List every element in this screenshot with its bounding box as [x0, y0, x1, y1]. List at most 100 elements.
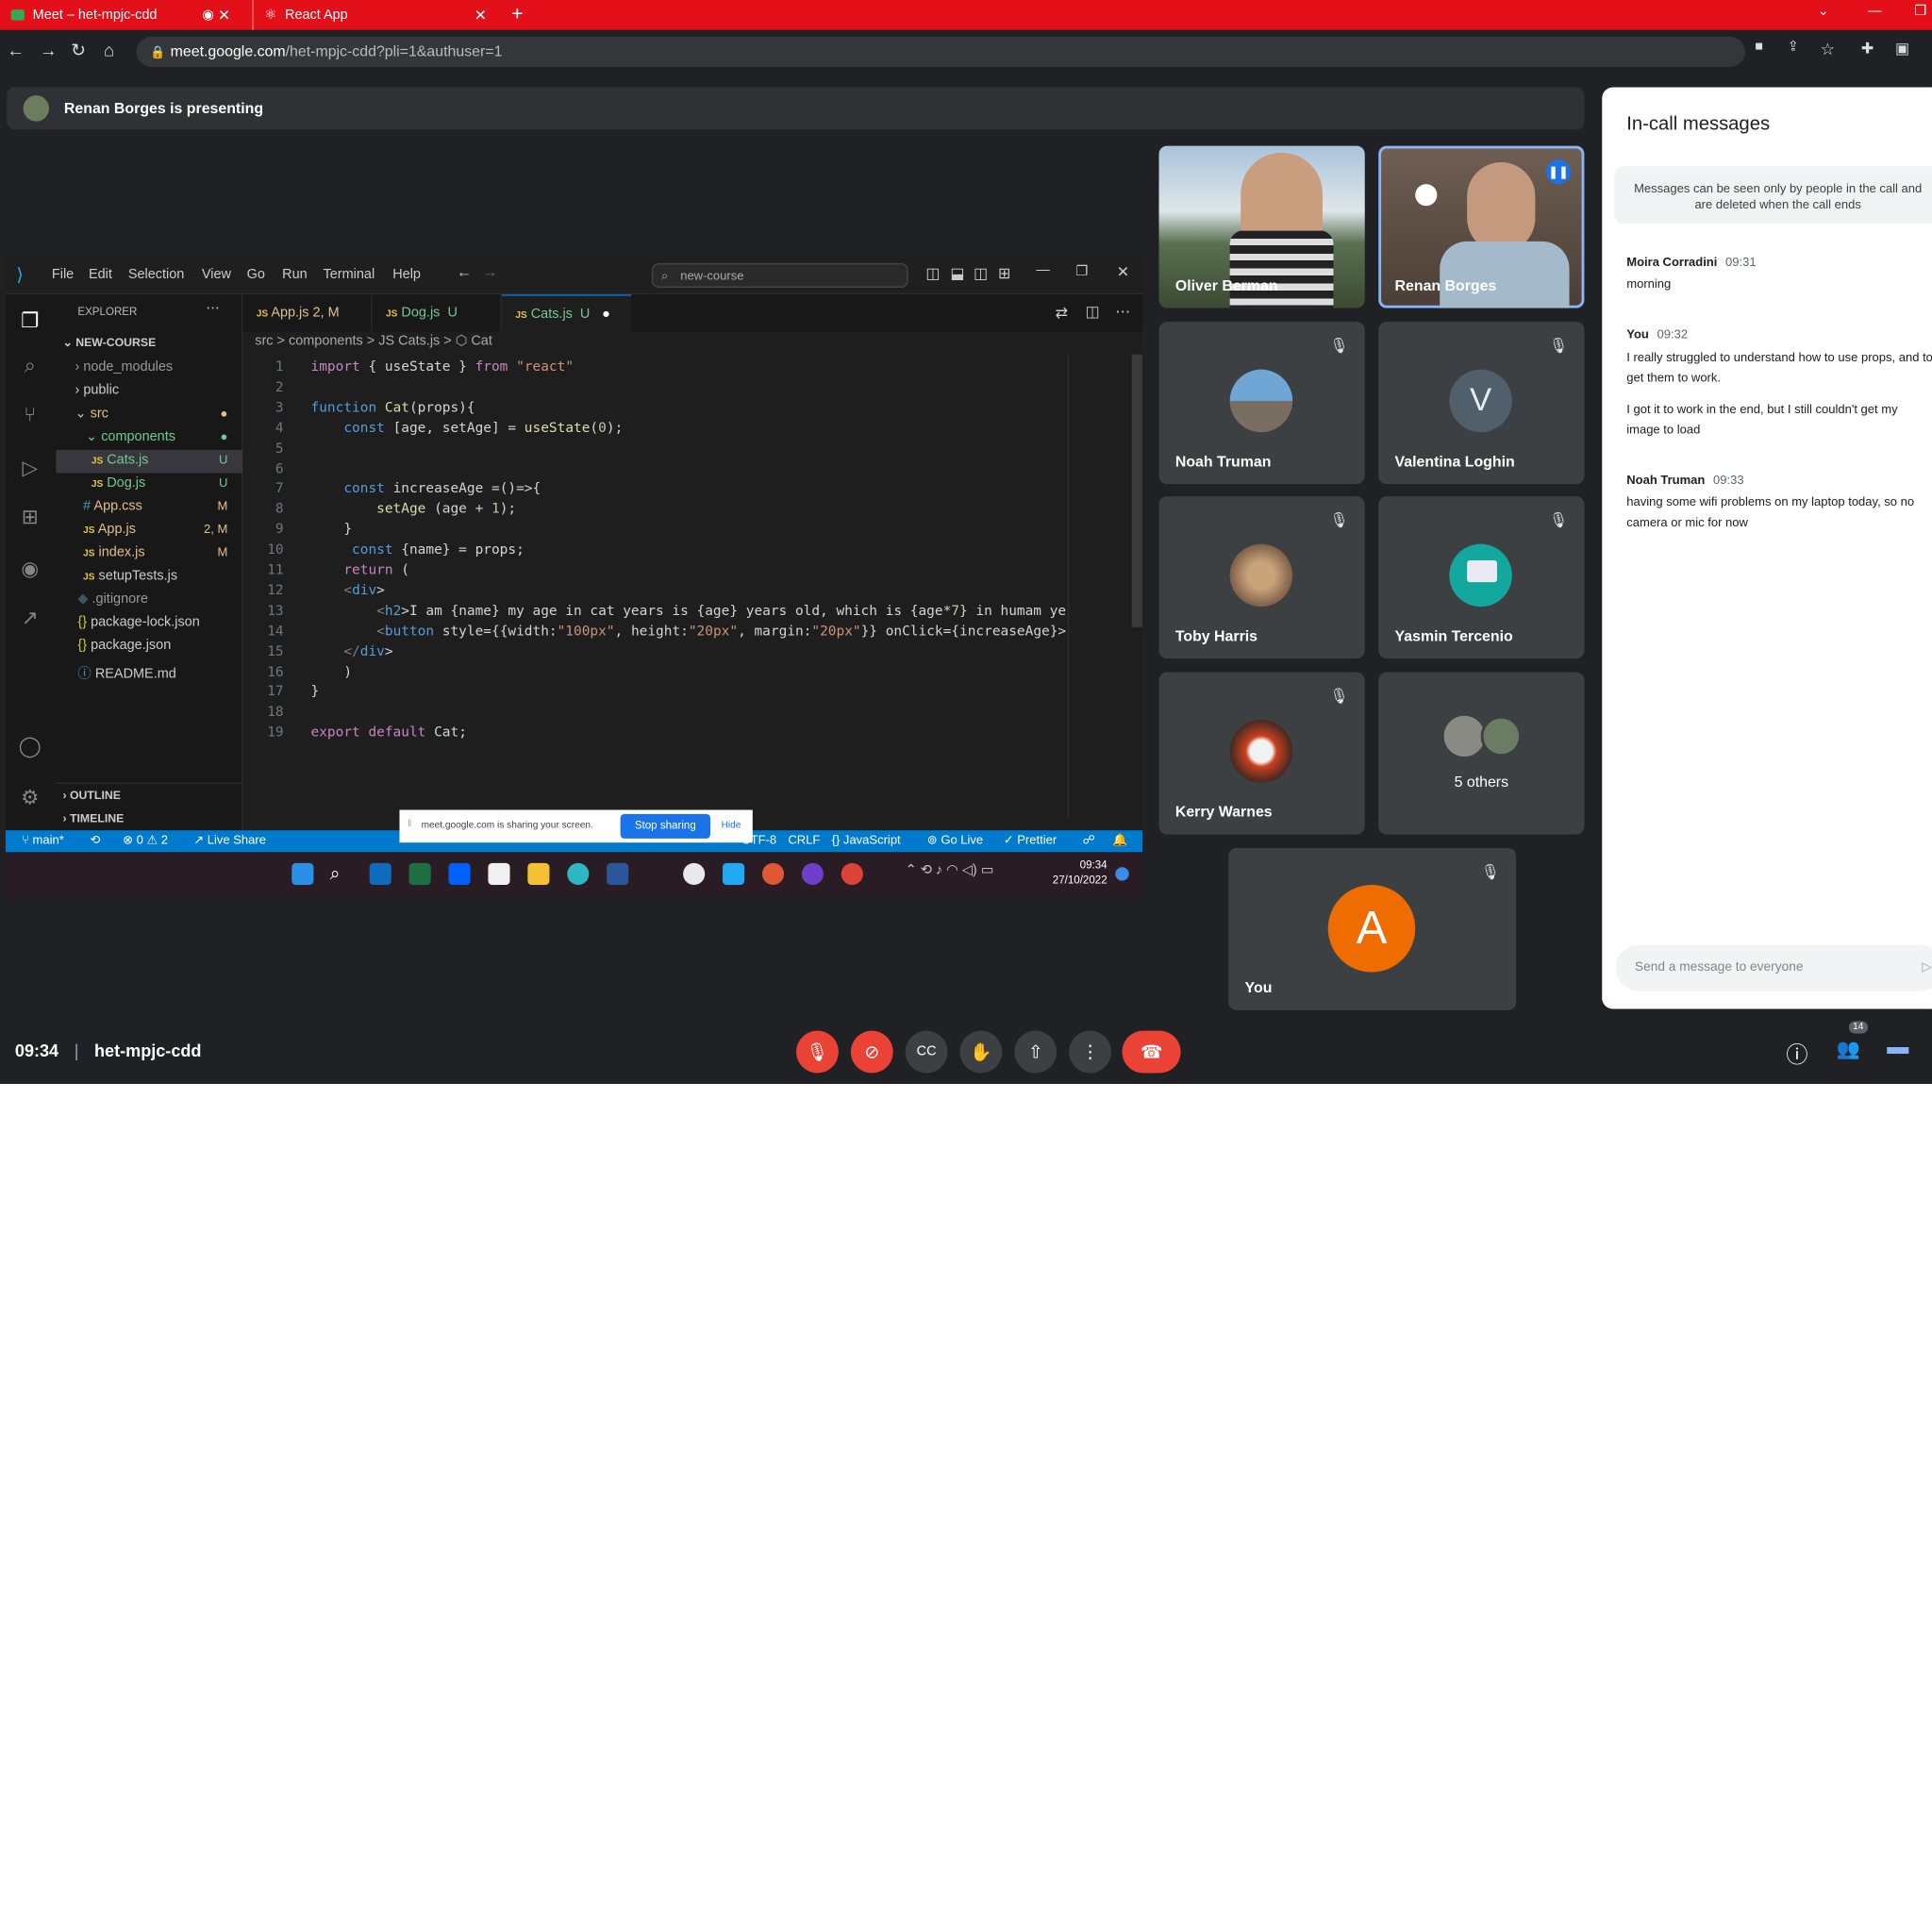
- sidepanel-icon[interactable]: ▣: [1895, 40, 1909, 57]
- minimize-icon[interactable]: —: [1868, 4, 1881, 19]
- tree-item[interactable]: JS App.js: [83, 523, 136, 538]
- golive-status[interactable]: ⊚ Go Live: [927, 833, 983, 848]
- vs-restore-icon[interactable]: ❐: [1075, 264, 1088, 279]
- settings-gear-icon[interactable]: ⚙: [18, 785, 42, 810]
- layout-secondary-icon[interactable]: ◫: [974, 264, 988, 282]
- address-bar[interactable]: 🔒 meet.google.com/het-mpjc-cdd?pli=1&aut…: [136, 37, 1745, 67]
- sync-icon[interactable]: ⟲: [90, 833, 100, 848]
- editor-tab-appjs[interactable]: JS App.js 2, M: [242, 294, 373, 332]
- meeting-details-icon[interactable]: ⓘ: [1786, 1036, 1807, 1069]
- timeline-section[interactable]: › TIMELINE: [62, 811, 124, 824]
- word-icon[interactable]: [607, 862, 629, 885]
- store-icon[interactable]: [488, 862, 510, 885]
- tree-item[interactable]: ⓘ README.md: [77, 661, 175, 682]
- liveshare-status[interactable]: ↗ Live Share: [193, 833, 266, 848]
- file-explorer-icon[interactable]: [527, 862, 550, 885]
- self-tile[interactable]: 🎙 A You: [1228, 847, 1517, 1010]
- tree-item[interactable]: JS setupTests.js: [83, 569, 177, 584]
- leave-call-button[interactable]: ☎: [1122, 1030, 1181, 1074]
- more-options-button[interactable]: ⋮: [1069, 1030, 1111, 1074]
- camera-icon[interactable]: ■: [1755, 40, 1763, 55]
- dropbox-icon[interactable]: [448, 862, 471, 885]
- participant-tile[interactable]: 🎙 V Valentina Loghin: [1378, 322, 1585, 485]
- editor-tab-dogjs[interactable]: JS Dog.js U: [373, 294, 502, 332]
- notification-badge-icon[interactable]: [1115, 867, 1129, 881]
- participant-tile[interactable]: 🎙 Yasmin Tercenio: [1378, 496, 1585, 659]
- editor-tab-catsjs[interactable]: JS Cats.js U ●: [501, 294, 632, 332]
- project-folder[interactable]: ⌄ NEW-COURSE: [62, 336, 156, 351]
- taskbar-clock[interactable]: 09:34 27/10/2022: [1053, 858, 1108, 888]
- compare-icon[interactable]: ⇄: [1056, 304, 1068, 322]
- stop-sharing-button[interactable]: Stop sharing: [620, 813, 711, 839]
- participant-tile[interactable]: 🎙 Toby Harris: [1158, 496, 1365, 659]
- tab-search-icon[interactable]: ⌄: [1818, 4, 1829, 19]
- back-icon[interactable]: ←: [7, 40, 25, 60]
- command-center-search[interactable]: ⌕ new-course: [651, 262, 908, 288]
- account-icon[interactable]: ◯: [18, 734, 42, 758]
- tree-item[interactable]: {} package-lock.json: [77, 615, 199, 630]
- participant-tile[interactable]: Oliver Berman: [1158, 145, 1365, 308]
- forward-icon[interactable]: →: [40, 40, 58, 60]
- participant-tile[interactable]: 🎙 Kerry Warnes: [1158, 672, 1365, 835]
- others-tile[interactable]: 5 others: [1378, 672, 1585, 835]
- extensions-icon[interactable]: ✚: [1861, 40, 1874, 57]
- nav-forward-icon[interactable]: →: [483, 264, 498, 280]
- tree-item[interactable]: ⌄ components: [86, 429, 175, 444]
- close-tab-icon[interactable]: ✕: [218, 7, 230, 24]
- live-share-icon[interactable]: ↗: [18, 606, 42, 630]
- menu-run[interactable]: Run: [282, 267, 308, 282]
- tree-item[interactable]: # App.css: [83, 499, 142, 514]
- source-control-icon[interactable]: ⑂: [18, 404, 42, 428]
- tree-item[interactable]: JS Dog.js: [92, 475, 145, 491]
- chat-message-input[interactable]: Send a message to everyone ▷: [1615, 944, 1932, 991]
- tree-item[interactable]: {} package.json: [77, 638, 171, 653]
- run-debug-icon[interactable]: ▷: [18, 456, 42, 480]
- notifications-bell-icon[interactable]: 🔔: [1112, 833, 1127, 848]
- edge-icon[interactable]: [567, 862, 590, 885]
- menu-selection[interactable]: Selection: [128, 267, 184, 282]
- scrollbar-thumb[interactable]: [1131, 354, 1143, 627]
- tree-item[interactable]: › node_modules: [75, 360, 173, 375]
- explorer-icon[interactable]: ❐: [18, 308, 42, 333]
- slack-icon[interactable]: [683, 862, 706, 885]
- share-icon[interactable]: ⇪: [1788, 40, 1799, 55]
- mic-toggle-button[interactable]: 🎙: [796, 1030, 839, 1074]
- tree-item[interactable]: ◆ .gitignore: [77, 591, 148, 607]
- drag-handle-icon[interactable]: ‖: [408, 820, 411, 829]
- breadcrumb[interactable]: src > components > JS Cats.js > ⬡ Cat: [255, 334, 492, 349]
- tab-meet[interactable]: Meet – het-mpjc-cdd ◉ ✕: [0, 0, 239, 30]
- github-desktop-icon[interactable]: [801, 862, 824, 885]
- reload-icon[interactable]: ↻: [71, 40, 86, 61]
- layout-sidebar-icon[interactable]: ◫: [925, 264, 940, 282]
- menu-help[interactable]: Help: [392, 267, 421, 282]
- more-actions-icon[interactable]: ⋯: [206, 301, 219, 316]
- prettier-status[interactable]: ✓ Prettier: [1004, 833, 1057, 848]
- raise-hand-button[interactable]: ✋: [959, 1030, 1003, 1074]
- close-tab-icon[interactable]: ✕: [475, 7, 487, 24]
- eol-status[interactable]: CRLF: [788, 833, 820, 846]
- menu-view[interactable]: View: [202, 267, 231, 282]
- chrome-profile-icon[interactable]: [761, 862, 785, 885]
- search-icon[interactable]: ⌕: [18, 355, 42, 379]
- tree-item[interactable]: › public: [75, 383, 119, 398]
- github-icon[interactable]: ◉: [18, 557, 42, 581]
- people-icon[interactable]: 👥: [1837, 1038, 1860, 1061]
- new-tab-icon[interactable]: +: [511, 3, 524, 26]
- home-icon[interactable]: ⌂: [104, 40, 114, 60]
- chrome-icon[interactable]: [841, 862, 863, 885]
- branch-status[interactable]: ⑂ main*: [22, 833, 64, 846]
- tab-react-app[interactable]: ⚛ React App ✕: [252, 0, 494, 30]
- restore-icon[interactable]: ❐: [1914, 4, 1926, 19]
- code-editor[interactable]: 1 import { useState } from "react" 2 3 funct…: [242, 355, 1067, 818]
- vscode-taskbar-icon[interactable]: [723, 862, 745, 885]
- menu-edit[interactable]: Edit: [89, 267, 112, 282]
- participant-tile-speaking[interactable]: ❚❚ Renan Borges: [1378, 145, 1585, 308]
- present-button[interactable]: ⇧: [1014, 1030, 1058, 1074]
- hide-button[interactable]: Hide: [722, 821, 741, 830]
- nav-back-icon[interactable]: ←: [457, 264, 472, 280]
- taskbar-search-icon[interactable]: ⌕: [330, 863, 352, 885]
- outline-section[interactable]: › OUTLINE: [62, 788, 120, 801]
- vs-close-icon[interactable]: ✕: [1117, 263, 1129, 280]
- menu-file[interactable]: File: [52, 267, 74, 282]
- extensions-icon[interactable]: ⊞: [18, 505, 42, 529]
